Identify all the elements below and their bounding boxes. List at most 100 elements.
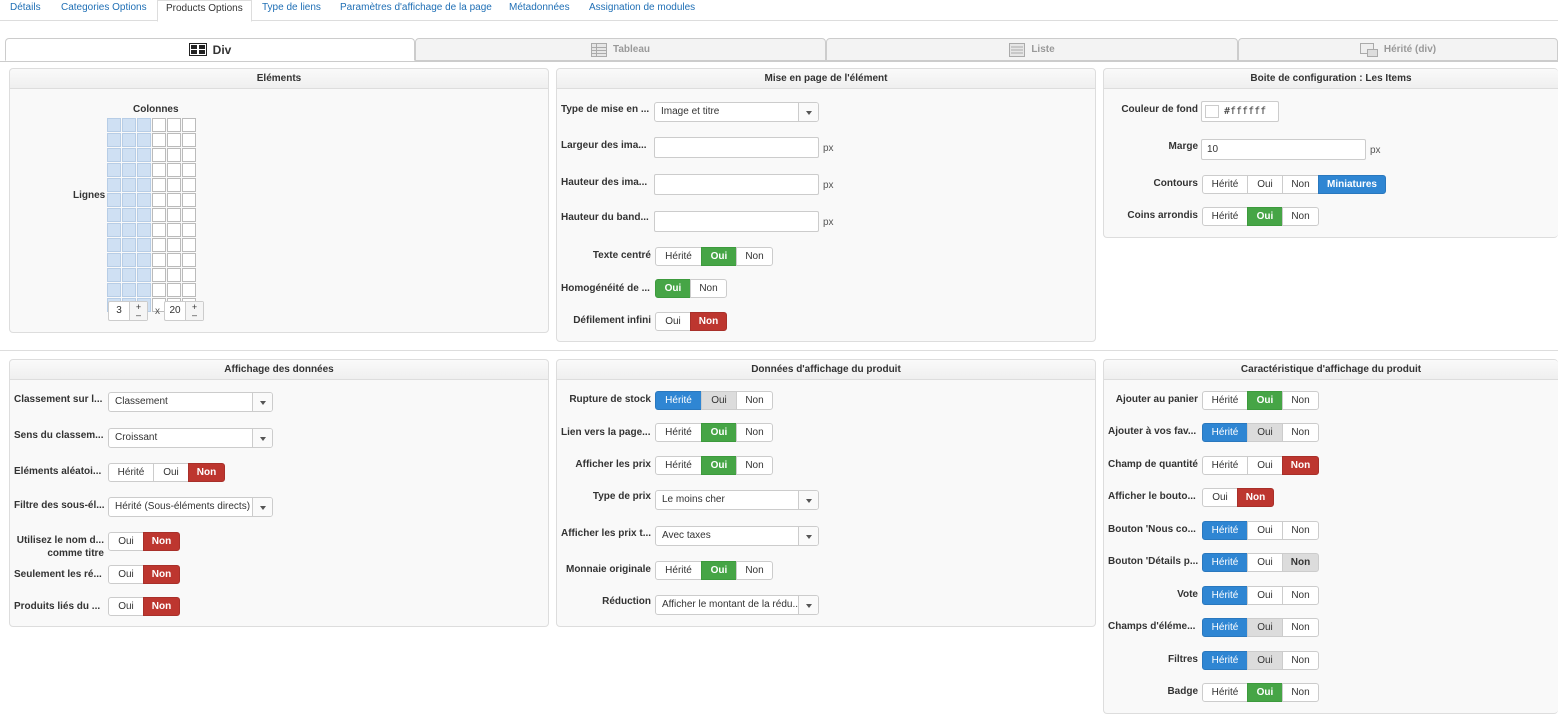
grid-cell[interactable]: [122, 193, 136, 207]
filtre-select[interactable]: Hérité (Sous-éléments directs): [108, 497, 273, 517]
grid-cell[interactable]: [152, 193, 166, 207]
classement-select[interactable]: Classement: [108, 392, 273, 412]
option-herite[interactable]: Hérité: [1202, 391, 1248, 410]
option-non[interactable]: Non: [1282, 456, 1319, 475]
tab-assignation-modules[interactable]: Assignation de modules: [589, 0, 695, 21]
grid-cell[interactable]: [122, 163, 136, 177]
grid-cell[interactable]: [137, 133, 151, 147]
grid-cell[interactable]: [152, 253, 166, 267]
grid-cell[interactable]: [137, 148, 151, 162]
option-oui[interactable]: Oui: [1247, 391, 1283, 410]
option-non[interactable]: Non: [143, 597, 180, 616]
grid-cell[interactable]: [122, 223, 136, 237]
option-non[interactable]: Non: [1282, 651, 1319, 670]
grid-cell[interactable]: [137, 193, 151, 207]
grid-cell[interactable]: [152, 238, 166, 252]
option-herite[interactable]: Hérité: [655, 391, 702, 410]
option-oui[interactable]: Oui: [1247, 207, 1283, 226]
option-non[interactable]: Non: [690, 279, 727, 298]
option-oui[interactable]: Oui: [1247, 586, 1283, 605]
option-oui[interactable]: Oui: [655, 312, 691, 331]
option-herite[interactable]: Hérité: [108, 463, 154, 482]
option-non[interactable]: Non: [1282, 586, 1319, 605]
grid-cell[interactable]: [107, 148, 121, 162]
grid-cell[interactable]: [167, 178, 181, 192]
grid-cell[interactable]: [107, 223, 121, 237]
option-herite[interactable]: Hérité: [655, 423, 702, 442]
cols-minus[interactable]: –: [136, 310, 141, 320]
grid-cell[interactable]: [122, 238, 136, 252]
grid-cell[interactable]: [167, 283, 181, 297]
grid-cell[interactable]: [137, 178, 151, 192]
option-herite[interactable]: Hérité: [655, 561, 702, 580]
option-herite[interactable]: Hérité: [1202, 553, 1248, 572]
option-oui[interactable]: Oui: [108, 597, 144, 616]
option-herite[interactable]: Hérité: [1202, 683, 1248, 702]
marge-input[interactable]: 10: [1201, 139, 1366, 160]
option-non[interactable]: Non: [1282, 553, 1319, 572]
sens-select[interactable]: Croissant: [108, 428, 273, 448]
option-non[interactable]: Non: [1282, 618, 1319, 637]
option-herite[interactable]: Hérité: [1202, 586, 1248, 605]
grid-cell[interactable]: [167, 193, 181, 207]
subtab-liste[interactable]: Liste: [826, 38, 1238, 61]
option-herite[interactable]: Hérité: [1202, 618, 1248, 637]
option-herite[interactable]: Hérité: [1202, 456, 1248, 475]
grid-cell[interactable]: [182, 193, 196, 207]
option-non[interactable]: Non: [736, 247, 773, 266]
tab-details[interactable]: Détails: [10, 0, 41, 21]
grid-cell[interactable]: [107, 178, 121, 192]
option-herite[interactable]: Hérité: [655, 247, 702, 266]
grid-cell[interactable]: [137, 268, 151, 282]
tab-metadonnees[interactable]: Métadonnées: [509, 0, 570, 21]
grid-cell[interactable]: [137, 283, 151, 297]
option-oui[interactable]: Oui: [1202, 488, 1238, 507]
grid-cell[interactable]: [182, 178, 196, 192]
grid-cell[interactable]: [152, 283, 166, 297]
grid-cell[interactable]: [107, 118, 121, 132]
option-non[interactable]: Non: [736, 391, 773, 410]
grid-cell[interactable]: [182, 223, 196, 237]
grid-cell[interactable]: [152, 208, 166, 222]
option-oui[interactable]: Oui: [1247, 175, 1283, 194]
grid-cell[interactable]: [107, 193, 121, 207]
grid-cell[interactable]: [167, 118, 181, 132]
grid-cell[interactable]: [137, 163, 151, 177]
grid-cell[interactable]: [152, 133, 166, 147]
option-non[interactable]: Non: [736, 561, 773, 580]
rows-stepper[interactable]: + –: [185, 302, 203, 320]
grid-cell[interactable]: [182, 148, 196, 162]
grid-cell[interactable]: [107, 238, 121, 252]
grid-cell[interactable]: [167, 238, 181, 252]
grid-cell[interactable]: [152, 223, 166, 237]
type-mise-select[interactable]: Image et titre: [654, 102, 819, 122]
grid-cell[interactable]: [122, 133, 136, 147]
option-oui[interactable]: Oui: [1247, 651, 1283, 670]
option-non[interactable]: Non: [143, 565, 180, 584]
grid-cell[interactable]: [167, 133, 181, 147]
grid-cell[interactable]: [167, 208, 181, 222]
subtab-tableau[interactable]: Tableau: [415, 38, 826, 61]
grid-cell[interactable]: [122, 148, 136, 162]
option-non[interactable]: Non: [188, 463, 225, 482]
grid-cell[interactable]: [167, 268, 181, 282]
subtab-herite-div[interactable]: Hérité (div): [1238, 38, 1558, 61]
reduction-select[interactable]: Afficher le montant de la rédu...: [655, 595, 819, 615]
option-non[interactable]: Non: [690, 312, 727, 331]
option-oui[interactable]: Oui: [1247, 521, 1283, 540]
grid-cell[interactable]: [122, 283, 136, 297]
option-oui[interactable]: Oui: [701, 561, 737, 580]
option-oui[interactable]: Oui: [701, 423, 737, 442]
grid-cell[interactable]: [122, 268, 136, 282]
option-oui[interactable]: Oui: [108, 565, 144, 584]
grid-cell[interactable]: [152, 148, 166, 162]
tab-type-de-liens[interactable]: Type de liens: [262, 0, 321, 21]
grid-cell[interactable]: [107, 133, 121, 147]
option-oui[interactable]: Oui: [655, 279, 691, 298]
cols-stepper[interactable]: + –: [129, 302, 147, 320]
option-oui[interactable]: Oui: [1247, 683, 1283, 702]
option-oui[interactable]: Oui: [1247, 423, 1283, 442]
grid-cell[interactable]: [182, 133, 196, 147]
option-oui[interactable]: Oui: [701, 247, 737, 266]
option-oui[interactable]: Oui: [701, 456, 737, 475]
